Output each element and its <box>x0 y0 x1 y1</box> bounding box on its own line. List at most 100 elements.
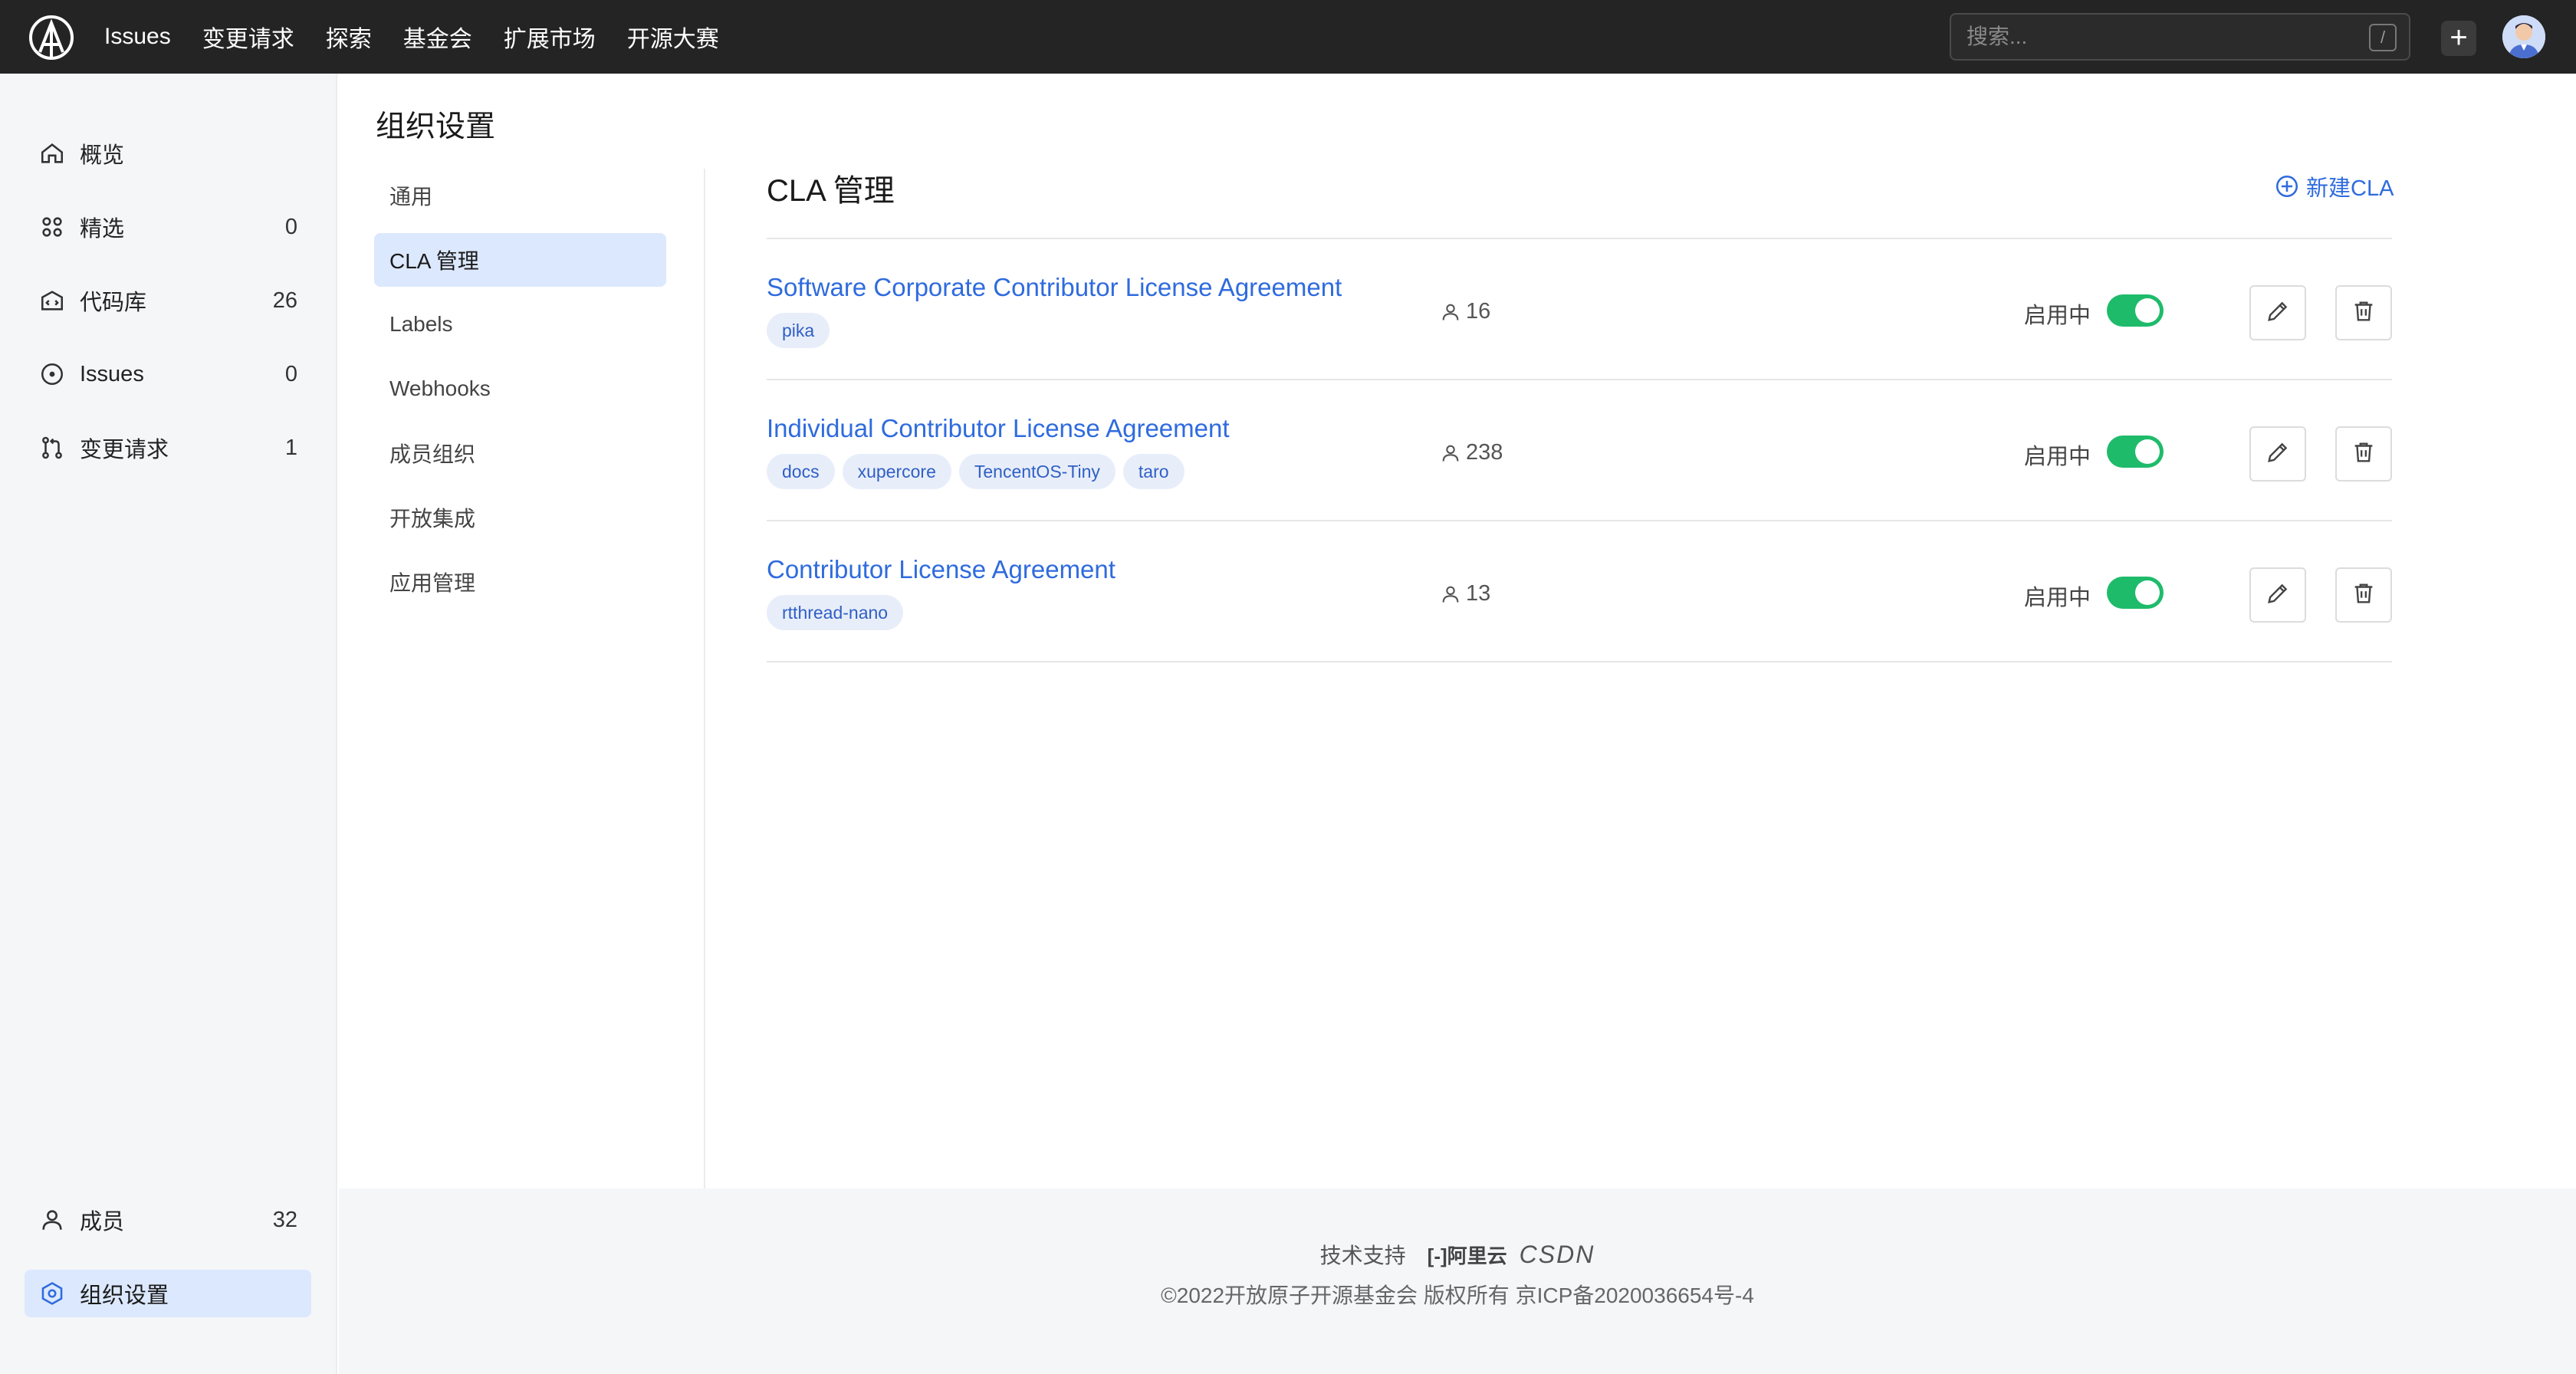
sidebar-item-members[interactable]: 成员 32 <box>25 1196 311 1244</box>
sidebar-item-count: 32 <box>272 1207 297 1232</box>
new-cla-button[interactable]: 新建CLA <box>2274 170 2394 202</box>
cla-members: 13 <box>1440 581 1490 606</box>
support-label: 技术支持 <box>1319 1244 1406 1267</box>
footer-support: 技术支持 [-]阿里云 CSDN <box>339 1239 2576 1270</box>
sidebar-item-label: 组织设置 <box>80 1284 169 1308</box>
org-sidebar: 概览 精选 0 代码库 26 Issues 0 变更请求 1 成员 32 组织设… <box>0 74 337 1374</box>
nav-explore[interactable]: 探索 <box>326 20 372 54</box>
sidebar-item-label: 成员 <box>80 1210 125 1234</box>
delete-button[interactable] <box>2335 567 2392 623</box>
top-navbar: Issues 变更请求 探索 基金会 扩展市场 开源大赛 / + <box>0 0 2576 74</box>
home-icon <box>37 138 67 169</box>
cla-tags: docs xupercore TencentOS-Tiny taro <box>767 454 1192 489</box>
search-box: / <box>1950 13 2410 61</box>
enable-toggle[interactable] <box>2107 436 2164 468</box>
plus-circle-icon <box>2274 173 2300 199</box>
create-new-button[interactable]: + <box>2441 21 2476 56</box>
edit-button[interactable] <box>2249 567 2306 623</box>
cla-name-link[interactable]: Individual Contributor License Agreement <box>767 414 1230 443</box>
sidebar-item-label: Issues <box>80 361 144 386</box>
delete-button[interactable] <box>2335 426 2392 482</box>
pencil-icon <box>2265 439 2291 469</box>
cla-row: Software Corporate Contributor License A… <box>767 239 2392 380</box>
pencil-icon <box>2265 298 2291 328</box>
nav-contest[interactable]: 开源大赛 <box>627 20 719 54</box>
nav-foundation[interactable]: 基金会 <box>403 20 472 54</box>
subnav-member-orgs[interactable]: 成员组织 <box>374 426 666 480</box>
sidebar-item-count: 1 <box>284 435 297 460</box>
cla-row: Contributor License Agreement rtthread-n… <box>767 521 2392 662</box>
sidebar-item-label: 代码库 <box>80 291 147 315</box>
subnav-cla[interactable]: CLA 管理 <box>374 233 666 287</box>
sidebar-item-count: 0 <box>284 214 297 239</box>
delete-button[interactable] <box>2335 285 2392 340</box>
sidebar-item-count: 0 <box>284 361 297 386</box>
subnav-app-management[interactable]: 应用管理 <box>374 555 666 609</box>
user-icon <box>1440 442 1461 464</box>
subnav-webhooks[interactable]: Webhooks <box>374 362 666 416</box>
grid-icon <box>37 212 67 242</box>
cla-row: Individual Contributor License Agreement… <box>767 380 2392 521</box>
cla-name-link[interactable]: Software Corporate Contributor License A… <box>767 273 1342 302</box>
subnav-general[interactable]: 通用 <box>374 169 666 222</box>
status-label: 启用中 <box>2024 304 2091 328</box>
cla-tags: rtthread-nano <box>767 595 911 630</box>
sidebar-item-org-settings[interactable]: 组织设置 <box>25 1270 311 1317</box>
issue-icon <box>37 359 67 390</box>
sidebar-item-change-requests[interactable]: 变更请求 1 <box>25 424 311 472</box>
sidebar-item-issues[interactable]: Issues 0 <box>25 350 311 398</box>
trash-icon <box>2351 298 2377 328</box>
page-title: 组织设置 <box>376 110 496 143</box>
sidebar-item-count: 26 <box>272 288 297 313</box>
copyright: ©2022开放原子开源基金会 版权所有 京ICP备2020036654号-4 <box>1161 1284 1754 1307</box>
user-icon <box>1440 301 1461 323</box>
new-cla-label: 新建CLA <box>2306 176 2394 201</box>
trash-icon <box>2351 439 2377 469</box>
footer: 技术支持 [-]阿里云 CSDN ©2022开放原子开源基金会 版权所有 京IC… <box>339 1188 2576 1374</box>
cla-list: Software Corporate Contributor License A… <box>767 238 2392 662</box>
user-icon <box>37 1205 67 1235</box>
status-label: 启用中 <box>2024 586 2091 610</box>
openatom-logo[interactable] <box>28 14 75 61</box>
repo-tag[interactable]: docs <box>767 454 835 489</box>
nav-marketplace[interactable]: 扩展市场 <box>504 20 596 54</box>
user-icon <box>1440 583 1461 605</box>
main-nav: Issues 变更请求 探索 基金会 扩展市场 开源大赛 <box>104 0 751 74</box>
edit-button[interactable] <box>2249 285 2306 340</box>
subnav-integrations[interactable]: 开放集成 <box>374 491 666 544</box>
sidebar-item-featured[interactable]: 精选 0 <box>25 203 311 251</box>
pencil-icon <box>2265 580 2291 610</box>
enable-toggle[interactable] <box>2107 577 2164 609</box>
repo-tag[interactable]: xupercore <box>842 454 951 489</box>
cla-members: 16 <box>1440 299 1490 324</box>
repo-tag[interactable]: taro <box>1122 454 1184 489</box>
nav-change-requests[interactable]: 变更请求 <box>202 20 294 54</box>
sidebar-item-repos[interactable]: 代码库 26 <box>25 277 311 324</box>
member-count: 238 <box>1466 440 1503 465</box>
edit-button[interactable] <box>2249 426 2306 482</box>
repo-icon <box>37 285 67 316</box>
cla-name-link[interactable]: Contributor License Agreement <box>767 555 1116 584</box>
pull-request-icon <box>37 432 67 463</box>
search-input[interactable] <box>1967 15 2365 59</box>
cla-tags: pika <box>767 313 837 348</box>
repo-tag[interactable]: rtthread-nano <box>767 595 904 630</box>
sidebar-item-label: 精选 <box>80 217 125 242</box>
sidebar-item-overview[interactable]: 概览 <box>25 130 311 177</box>
divider <box>704 169 705 1188</box>
section-title: CLA 管理 <box>767 174 895 208</box>
enable-toggle[interactable] <box>2107 294 2164 327</box>
user-avatar[interactable] <box>2502 15 2545 58</box>
csdn-logo[interactable]: CSDN <box>1520 1241 1595 1269</box>
member-count: 16 <box>1466 299 1491 324</box>
settings-icon <box>37 1278 67 1309</box>
sidebar-item-label: 变更请求 <box>80 438 169 462</box>
settings-subnav: 通用 CLA 管理 Labels Webhooks 成员组织 开放集成 应用管理 <box>374 169 704 620</box>
nav-issues[interactable]: Issues <box>104 24 171 50</box>
subnav-labels[interactable]: Labels <box>374 297 666 351</box>
aliyun-logo[interactable]: [-]阿里云 <box>1428 1241 1507 1269</box>
repo-tag[interactable]: pika <box>767 313 830 348</box>
repo-tag[interactable]: TencentOS-Tiny <box>958 454 1116 489</box>
cla-members: 238 <box>1440 440 1503 465</box>
status-label: 启用中 <box>2024 445 2091 469</box>
